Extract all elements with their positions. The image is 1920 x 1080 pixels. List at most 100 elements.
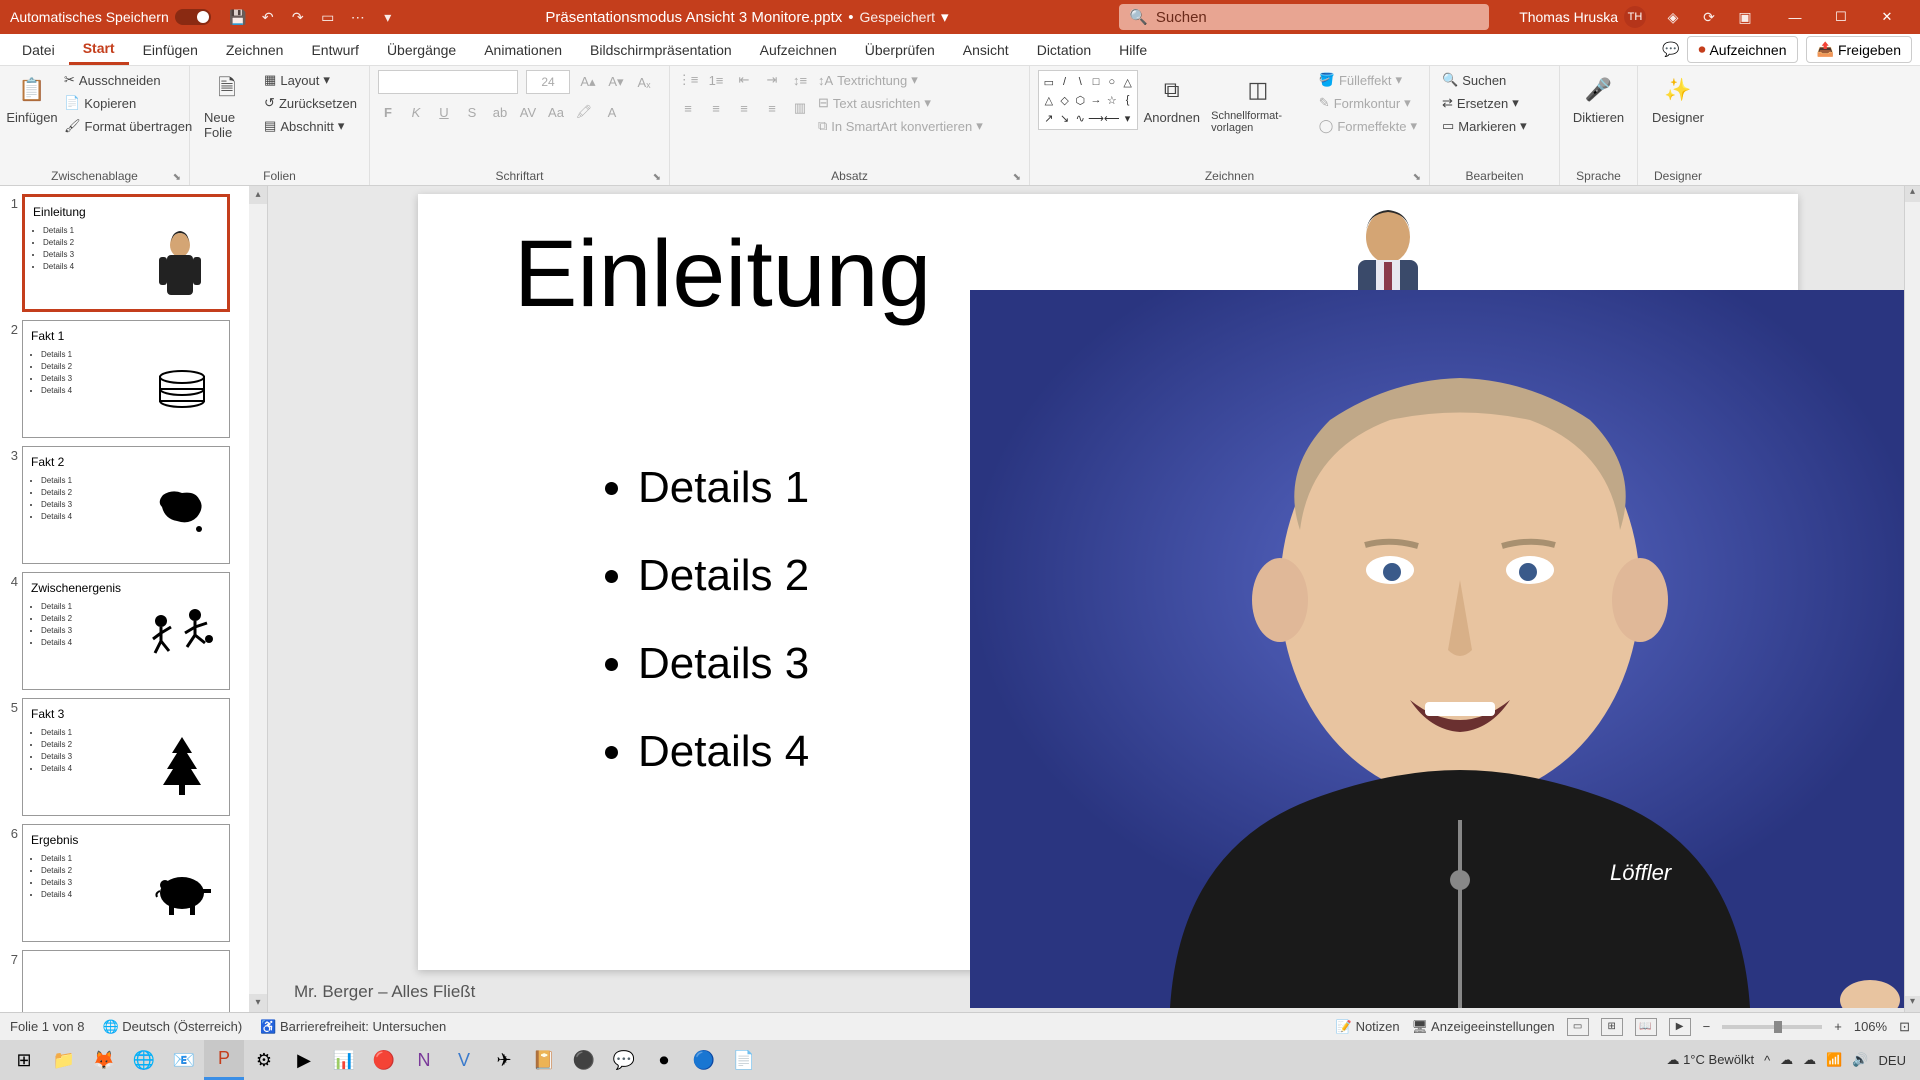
tray-language[interactable]: DEU (1879, 1053, 1906, 1068)
font-size-combo[interactable] (526, 70, 570, 94)
scroll-up-icon[interactable]: ▴ (1905, 186, 1920, 202)
zoom-out-button[interactable]: − (1703, 1019, 1711, 1034)
font-name-combo[interactable] (378, 70, 518, 94)
account-button[interactable]: Thomas Hruska TH (1519, 6, 1646, 28)
tab-zeichnen[interactable]: Zeichnen (212, 36, 298, 64)
more-icon[interactable]: ⋯ (349, 8, 367, 26)
arrange-button[interactable]: ⧉Anordnen (1142, 70, 1201, 129)
columns-button[interactable]: ▥ (790, 98, 810, 118)
dialog-launcher-icon[interactable]: ⬊ (653, 172, 661, 183)
align-center-button[interactable]: ≡ (706, 98, 726, 118)
normal-view-button[interactable]: ▭ (1567, 1018, 1589, 1036)
firefox-icon[interactable]: 🦊 (84, 1040, 124, 1080)
replace-button[interactable]: ⇄Ersetzen ▾ (1438, 93, 1531, 113)
share-action[interactable]: 📤Freigeben (1806, 36, 1912, 63)
app-icon[interactable]: 🔴 (364, 1040, 404, 1080)
tray-cloud-icon[interactable]: ☁ (1780, 1052, 1793, 1068)
align-left-button[interactable]: ≡ (678, 98, 698, 118)
spacing-button[interactable]: AV (518, 102, 538, 122)
shadow-button[interactable]: ab (490, 102, 510, 122)
tray-chevron-icon[interactable]: ^ (1764, 1053, 1770, 1068)
sync-icon[interactable]: ⟳ (1700, 8, 1718, 26)
tray-network-icon[interactable]: 📶 (1826, 1052, 1842, 1068)
slide-body[interactable]: Details 1 Details 2 Details 3 Details 4 (608, 444, 809, 796)
dialog-launcher-icon[interactable]: ⬊ (1413, 172, 1421, 183)
smartart-button[interactable]: ⧉In SmartArt konvertieren ▾ (814, 116, 987, 136)
tab-dictation[interactable]: Dictation (1023, 36, 1105, 64)
visio-icon[interactable]: V (444, 1040, 484, 1080)
select-button[interactable]: ▭Markieren ▾ (1438, 116, 1531, 136)
numbering-button[interactable]: 1≡ (706, 70, 726, 90)
indent-increase-button[interactable]: ⇥ (762, 70, 782, 90)
vlc-icon[interactable]: ▶ (284, 1040, 324, 1080)
slide-thumbnail-row[interactable]: 3 Fakt 2 Details 1Details 2Details 3Deta… (4, 446, 245, 564)
slide-thumbnail[interactable]: Ergebnis Details 1Details 2Details 3Deta… (22, 824, 230, 942)
cut-button[interactable]: ✂Ausschneiden (60, 70, 196, 90)
tab-datei[interactable]: Datei (8, 36, 69, 64)
close-button[interactable]: ✕ (1864, 0, 1910, 34)
editor-scrollbar[interactable]: ▴ ▾ (1904, 186, 1920, 1012)
shape-outline-button[interactable]: ✎Formkontur ▾ (1315, 93, 1421, 113)
shapes-gallery[interactable]: ▭/\□○△ △◇⬡→☆{ ↗↘∿⟶⟵▾ (1038, 70, 1138, 130)
slide-thumbnail[interactable]: Zwischenergenis Details 1Details 2Detail… (22, 572, 230, 690)
slide-thumbnail[interactable]: Einleitung Details 1Details 2Details 3De… (22, 194, 230, 312)
align-text-button[interactable]: ⊟Text ausrichten ▾ (814, 93, 987, 113)
tab-ansicht[interactable]: Ansicht (949, 36, 1023, 64)
webcam-overlay[interactable]: Löffler (970, 290, 1920, 1008)
strike-button[interactable]: S (462, 102, 482, 122)
dialog-launcher-icon[interactable]: ⬊ (1013, 172, 1021, 183)
comments-icon[interactable]: 💬 (1662, 41, 1679, 58)
search-box[interactable]: 🔍 Suchen (1119, 4, 1489, 30)
scroll-up-icon[interactable]: ▴ (249, 186, 267, 204)
paste-button[interactable]: 📋 Einfügen (8, 70, 56, 129)
tray-volume-icon[interactable]: 🔊 (1852, 1052, 1868, 1068)
highlight-button[interactable]: 🖍 (574, 102, 594, 122)
slide-title[interactable]: Einleitung (514, 220, 931, 329)
notes-button[interactable]: 📝 Notizen (1336, 1019, 1400, 1035)
minimize-button[interactable]: — (1772, 0, 1818, 34)
weather-widget[interactable]: ☁ 1°C Bewölkt (1666, 1052, 1754, 1068)
increase-font-icon[interactable]: A▴ (578, 72, 598, 92)
decrease-font-icon[interactable]: A▾ (606, 72, 626, 92)
reading-view-button[interactable]: 📖 (1635, 1018, 1657, 1036)
scroll-down-icon[interactable]: ▾ (1905, 996, 1920, 1012)
copy-button[interactable]: 📄Kopieren (60, 93, 196, 113)
justify-button[interactable]: ≡ (762, 98, 782, 118)
reset-button[interactable]: ↺Zurücksetzen (260, 93, 361, 113)
tray-onedrive-icon[interactable]: ☁ (1803, 1052, 1816, 1068)
italic-button[interactable]: K (406, 102, 426, 122)
record-action[interactable]: ⏺Aufzeichnen (1687, 36, 1797, 63)
text-direction-button[interactable]: ↕ATextrichtung ▾ (814, 70, 987, 90)
app-icon[interactable]: 🔵 (684, 1040, 724, 1080)
tab-animationen[interactable]: Animationen (470, 36, 576, 64)
shape-effects-button[interactable]: ◯Formeffekte ▾ (1315, 116, 1421, 136)
slide-thumbnail-row[interactable]: 4 Zwischenergenis Details 1Details 2Deta… (4, 572, 245, 690)
app-icon[interactable]: ⏺ (644, 1040, 684, 1080)
slide-thumbnail-row[interactable]: 7 (4, 950, 245, 1012)
indent-decrease-button[interactable]: ⇤ (734, 70, 754, 90)
sorter-view-button[interactable]: ⊞ (1601, 1018, 1623, 1036)
slide-thumbnail-row[interactable]: 5 Fakt 3 Details 1Details 2Details 3Deta… (4, 698, 245, 816)
zoom-slider[interactable] (1722, 1025, 1822, 1029)
save-icon[interactable]: 💾 (229, 8, 247, 26)
section-button[interactable]: ▤Abschnitt ▾ (260, 116, 361, 136)
font-color-button[interactable]: A (602, 102, 622, 122)
thumbnail-scrollbar[interactable]: ▴ ▾ (249, 186, 267, 1012)
underline-button[interactable]: U (434, 102, 454, 122)
tab-uebergaenge[interactable]: Übergänge (373, 36, 470, 64)
maximize-button[interactable]: ☐ (1818, 0, 1864, 34)
tab-bildschirm[interactable]: Bildschirmpräsentation (576, 36, 746, 64)
slide-counter[interactable]: Folie 1 von 8 (10, 1019, 84, 1034)
powerpoint-icon[interactable]: P (204, 1040, 244, 1080)
slide-thumbnail[interactable]: Fakt 3 Details 1Details 2Details 3Detail… (22, 698, 230, 816)
undo-icon[interactable]: ↶ (259, 8, 277, 26)
scroll-down-icon[interactable]: ▾ (249, 994, 267, 1012)
redo-icon[interactable]: ↷ (289, 8, 307, 26)
app-icon[interactable]: 📔 (524, 1040, 564, 1080)
tab-entwurf[interactable]: Entwurf (297, 36, 372, 64)
explorer-icon[interactable]: 📁 (44, 1040, 84, 1080)
slide-thumbnail-row[interactable]: 6 Ergebnis Details 1Details 2Details 3De… (4, 824, 245, 942)
onenote-icon[interactable]: N (404, 1040, 444, 1080)
bullets-button[interactable]: ⋮≡ (678, 70, 698, 90)
telegram-icon[interactable]: ✈ (484, 1040, 524, 1080)
